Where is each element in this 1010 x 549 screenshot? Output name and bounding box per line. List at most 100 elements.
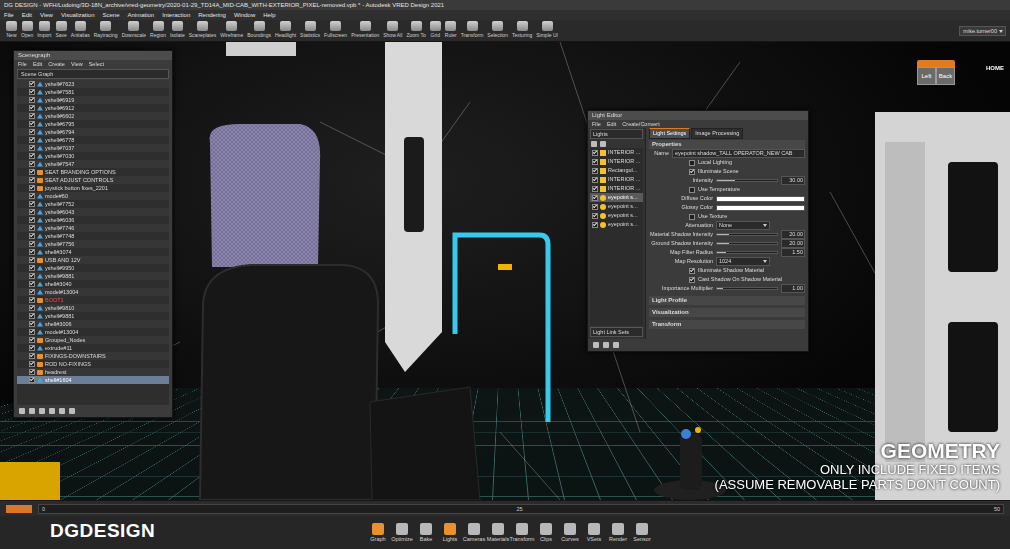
menu-item[interactable]: Edit — [33, 60, 42, 68]
tree-node[interactable]: yshell#7547 — [17, 160, 169, 168]
visibility-checkbox[interactable] — [29, 113, 35, 119]
toolbar-button[interactable]: Simple UI — [534, 21, 560, 38]
tree-node[interactable]: shell#3040 — [17, 280, 169, 288]
user-dropdown[interactable]: mike.turner00 — [959, 26, 1006, 36]
settings-tab[interactable]: Light Settings — [649, 128, 690, 139]
light-enabled-checkbox[interactable] — [592, 168, 598, 174]
cube-face[interactable]: Back — [936, 67, 955, 85]
tree-node[interactable]: joystick button fixes_2201 — [17, 184, 169, 192]
visibility-checkbox[interactable] — [29, 209, 35, 215]
slider-track[interactable] — [716, 179, 778, 182]
light-enabled-checkbox[interactable] — [592, 195, 598, 201]
dock-button[interactable]: Transform — [511, 523, 533, 543]
add-node-icon[interactable] — [19, 408, 25, 414]
tree-node[interactable]: yshell#7030 — [17, 152, 169, 160]
filter-icon[interactable] — [591, 141, 597, 147]
visibility-checkbox[interactable] — [29, 377, 35, 383]
delete-icon[interactable] — [69, 408, 75, 414]
tree-node[interactable]: yshell#9881 — [17, 272, 169, 280]
tree-node[interactable]: BOOT1 — [17, 296, 169, 304]
group-icon[interactable] — [29, 408, 35, 414]
visibility-checkbox[interactable] — [29, 105, 35, 111]
toolbar-button[interactable]: Selection — [485, 21, 510, 38]
tree-node[interactable]: Grouped_Nodes — [17, 336, 169, 344]
menu-item[interactable]: Scene — [103, 10, 120, 20]
visibility-checkbox[interactable] — [29, 361, 35, 367]
tree-node[interactable]: yshell#7623 — [17, 80, 169, 88]
dropdown[interactable]: 1024 — [716, 257, 770, 266]
tree-node[interactable]: FIXINGS-DOWNSTAIRS — [17, 352, 169, 360]
dock-button[interactable]: Optimize — [391, 523, 413, 543]
tree-node[interactable]: yshell#7037 — [17, 144, 169, 152]
toolbar-button[interactable]: Region — [148, 21, 168, 38]
dock-button[interactable]: Bake — [415, 523, 437, 543]
toolbar-button[interactable]: Transform — [459, 21, 486, 38]
tree-node[interactable]: yshell#7752 — [17, 200, 169, 208]
tree-node[interactable]: ROD NO-FIXINGS — [17, 360, 169, 368]
light-editor-window[interactable]: Light EditorFileEditCreate/ConvertLights… — [587, 110, 809, 352]
visibility-checkbox[interactable] — [29, 337, 35, 343]
lights-dropdown[interactable]: Lights — [590, 129, 643, 139]
toolbar-button[interactable]: Zoom To — [404, 21, 427, 38]
tree-node[interactable]: yshell#6912 — [17, 104, 169, 112]
value-field[interactable]: 30.00 — [781, 176, 805, 185]
visibility-checkbox[interactable] — [29, 329, 35, 335]
toolbar-button[interactable]: Boundings — [245, 21, 273, 38]
light-item[interactable]: INTERIOR ... — [590, 184, 643, 193]
tree-node[interactable]: yshell#6794 — [17, 128, 169, 136]
menu-item[interactable]: Visualization — [61, 10, 95, 20]
dock-button[interactable]: VSets — [583, 523, 605, 543]
visibility-checkbox[interactable] — [29, 161, 35, 167]
nav-cube[interactable]: LeftBack — [917, 60, 955, 85]
visibility-checkbox[interactable] — [29, 129, 35, 135]
light-link-sets[interactable]: Light Link Sets — [590, 327, 643, 337]
visibility-checkbox[interactable] — [29, 321, 35, 327]
menu-item[interactable]: Interaction — [162, 10, 190, 20]
toolbar-button[interactable]: Wireframe — [218, 21, 245, 38]
visibility-checkbox[interactable] — [29, 225, 35, 231]
light-item[interactable]: INTERIOR ... — [590, 157, 643, 166]
toolbar-button[interactable]: Antialias — [69, 21, 92, 38]
link-icon[interactable] — [59, 408, 65, 414]
tree-node[interactable]: SEAT BRANDING OPTIONS — [17, 168, 169, 176]
tree-node[interactable]: yshell#6602 — [17, 112, 169, 120]
menu-item[interactable]: View — [71, 60, 83, 68]
toolbar-button[interactable]: New — [4, 21, 19, 38]
visibility-checkbox[interactable] — [29, 137, 35, 143]
checkbox[interactable] — [689, 160, 695, 166]
menu-item[interactable]: Animation — [128, 10, 155, 20]
slider-track[interactable] — [716, 233, 778, 236]
toolbar-button[interactable]: Statistics — [298, 21, 322, 38]
visibility-checkbox[interactable] — [29, 201, 35, 207]
tree-node[interactable]: mode#60 — [17, 192, 169, 200]
tree-node[interactable]: model#13004 — [17, 288, 169, 296]
tree-node[interactable]: extrude#11 — [17, 344, 169, 352]
light-enabled-checkbox[interactable] — [592, 186, 598, 192]
menu-item[interactable]: Edit — [607, 120, 616, 128]
timeline[interactable]: 02550 — [0, 500, 1010, 516]
light-enabled-checkbox[interactable] — [592, 177, 598, 183]
visibility-checkbox[interactable] — [29, 265, 35, 271]
tree-node[interactable]: shell#3006 — [17, 320, 169, 328]
tree-node[interactable]: headrest — [17, 368, 169, 376]
visibility-checkbox[interactable] — [29, 153, 35, 159]
slider-track[interactable] — [716, 242, 778, 245]
slider-track[interactable] — [716, 287, 778, 290]
visibility-checkbox[interactable] — [29, 281, 35, 287]
dock-button[interactable]: Lights — [439, 523, 461, 543]
toolbar-button[interactable]: Save — [53, 21, 68, 38]
light-enabled-checkbox[interactable] — [592, 204, 598, 210]
viewport[interactable]: LeftBack HOME ScenegraphFileEditCreateVi… — [0, 42, 1010, 500]
dropdown[interactable]: None — [716, 221, 770, 230]
light-item[interactable]: eyepoint s... — [590, 211, 643, 220]
color-swatch[interactable] — [716, 196, 805, 202]
dock-button[interactable]: Curves — [559, 523, 581, 543]
toolbar-button[interactable]: Fullscreen — [322, 21, 349, 38]
visibility-checkbox[interactable] — [29, 169, 35, 175]
toolbar-button[interactable]: Show All — [381, 21, 404, 38]
value-field[interactable]: 20.00 — [781, 239, 805, 248]
checkbox[interactable] — [689, 214, 695, 220]
visibility-checkbox[interactable] — [29, 257, 35, 263]
dock-button[interactable]: Sensor — [631, 523, 653, 543]
tree-node[interactable]: yshell#9810 — [17, 304, 169, 312]
